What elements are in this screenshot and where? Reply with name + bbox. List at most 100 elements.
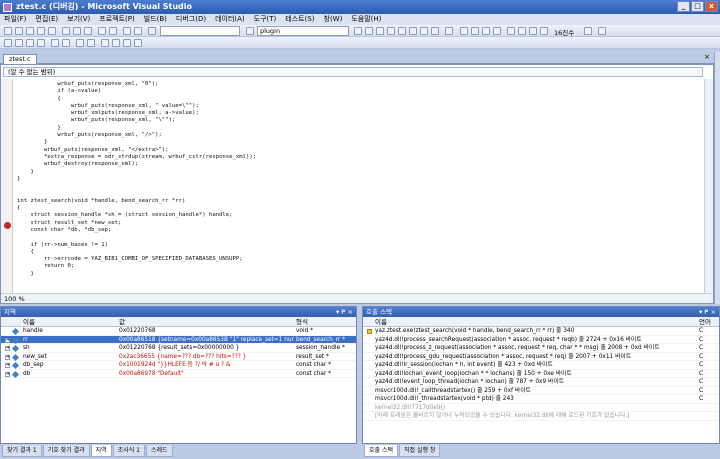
locals-value-cell[interactable]: 0x01220768 (119, 327, 294, 336)
call-stack-row[interactable]: yaz4d.dll!event_loop_thread(iochan * ioc… (363, 378, 719, 387)
call-stack-row[interactable]: yaz.ztest.exe!ztest_search(void * handle… (363, 327, 719, 336)
decrease-indent-icon[interactable] (51, 39, 59, 47)
locals-window-controls[interactable]: ▾ ₱ × (336, 307, 353, 317)
locals-col-type[interactable]: 형식 (296, 317, 308, 327)
breakpoints-window-icon[interactable] (584, 27, 592, 35)
tab-locals[interactable]: 지역 (90, 445, 112, 457)
locals-value-cell[interactable]: 0x1001924d "}}HLEFE 듬 ?/ 악 # u ? & (119, 361, 294, 370)
parameter-info-icon[interactable] (15, 39, 23, 47)
call-stack-row[interactable]: msvcr100d.dll!_threadstartex(void * ptd)… (363, 395, 719, 404)
step-into-icon[interactable] (518, 27, 526, 35)
call-stack-row[interactable]: msvcr100d.dll!_callthreadstartex() 줄 259… (363, 387, 719, 395)
menu-window[interactable]: 창(W) (324, 14, 343, 25)
output-window-icon[interactable] (598, 27, 606, 35)
break-all-icon[interactable] (471, 27, 479, 35)
start-page-icon[interactable] (409, 27, 417, 35)
navigate-forward-icon[interactable] (134, 27, 142, 35)
menu-tools[interactable]: 도구(T) (254, 14, 277, 25)
clear-bookmarks-icon[interactable] (134, 39, 142, 47)
toolbox-icon[interactable] (398, 27, 406, 35)
menu-edit[interactable]: 편집(E) (35, 14, 58, 25)
stop-debug-icon[interactable] (482, 27, 490, 35)
add-item-icon[interactable] (15, 27, 23, 35)
restart-icon[interactable] (493, 27, 501, 35)
save-icon[interactable] (37, 27, 45, 35)
tab-find-symbol-results[interactable]: 기호 찾기 결과 (42, 445, 90, 457)
call-stack-row[interactable]: kernel32.dll!7717d0e9() (363, 404, 719, 412)
call-stack-row[interactable]: yaz4d.dll!ir_session(iochan * h, int eve… (363, 361, 719, 370)
expand-icon[interactable]: + (5, 337, 10, 343)
locals-value-cell[interactable]: 0x00a86518 {setname=0x00a8653B "1" repla… (119, 336, 294, 345)
tab-immediate-window[interactable]: 직접 실행 창 (399, 445, 441, 457)
cut-icon[interactable] (62, 27, 70, 35)
expand-icon[interactable]: + (5, 363, 10, 368)
scope-dropdown[interactable]: (알 수 없는 범위) (3, 67, 703, 77)
open-file-icon[interactable] (26, 27, 34, 35)
call-stack-col-name[interactable]: 이름 (375, 317, 387, 327)
step-out-icon[interactable] (540, 27, 548, 35)
zoom-level[interactable]: 100 % (4, 295, 25, 303)
step-over-icon[interactable] (529, 27, 537, 35)
save-all-icon[interactable] (48, 27, 56, 35)
locals-row[interactable]: + new_set 0x2ac36655 {name=??? db=??? hits… (1, 353, 356, 362)
menu-help[interactable]: 도움말(H) (351, 14, 381, 25)
properties-icon[interactable] (376, 27, 384, 35)
redo-icon[interactable] (109, 27, 117, 35)
call-stack-row[interactable]: yaz4d.dll!process_gdu_request(associatio… (363, 353, 719, 361)
extension-manager-icon[interactable] (420, 27, 428, 35)
tab-call-stack[interactable]: 호출 스택 (364, 445, 398, 457)
show-next-statement-icon[interactable] (507, 27, 515, 35)
uncomment-lines-icon[interactable] (87, 39, 95, 47)
locals-row[interactable]: + rr 0x00a86518 {setname=0x00a8653B "1" re… (1, 335, 356, 345)
menu-project[interactable]: 프로젝트(P) (99, 14, 134, 25)
call-stack-row[interactable]: yaz4d.dll!process_searchRequest(associat… (363, 336, 719, 344)
locals-row[interactable]: + db 0x00a86978 "Default" const char * (1, 370, 356, 379)
toggle-bookmark-icon[interactable] (101, 39, 109, 47)
hex-display-toggle[interactable]: 16진수 (554, 27, 574, 37)
minimize-button[interactable]: _ (677, 1, 690, 12)
start-debug-icon[interactable] (148, 27, 156, 35)
call-stack-window-controls[interactable]: ▾ ₱ × (699, 307, 716, 317)
copy-icon[interactable] (73, 27, 81, 35)
find-in-files-icon[interactable] (354, 27, 362, 35)
code-area[interactable]: wrbuf_puts(response_xml, "0"); if (a->va… (17, 81, 703, 293)
locals-value-cell[interactable]: 0x01220768 {result_sets=0x00000000 } (119, 344, 294, 353)
call-stack-row[interactable]: [아래 프레임은 올바르지 않거나 누락되었을 수 있습니다. kernel32… (363, 412, 719, 421)
tab-threads[interactable]: 스레드 (146, 445, 173, 457)
navigate-back-icon[interactable] (123, 27, 131, 35)
find-combo[interactable]: plugin (257, 26, 349, 36)
locals-row[interactable]: + sh 0x01220768 {result_sets=0x00000000 } s… (1, 344, 356, 353)
options-icon[interactable] (431, 27, 439, 35)
find-icon[interactable] (246, 27, 254, 35)
close-button[interactable]: x (705, 1, 718, 12)
maximize-button[interactable]: □ (691, 1, 704, 12)
expand-icon[interactable]: + (5, 354, 10, 360)
member-list-icon[interactable] (4, 39, 12, 47)
next-bookmark-icon[interactable] (123, 39, 131, 47)
close-document-icon[interactable]: × (704, 53, 710, 61)
quick-info-icon[interactable] (26, 39, 34, 47)
menu-test[interactable]: 테스트(S) (285, 14, 314, 25)
call-stack-row[interactable]: yaz4d.dll!process_z_request(association … (363, 344, 719, 353)
locals-col-name[interactable]: 이름 (23, 317, 35, 327)
menu-view[interactable]: 보기(V) (67, 14, 90, 25)
tab-watch-1[interactable]: 조사식 1 (112, 445, 145, 457)
code-editor[interactable]: (알 수 없는 범위) wrbuf_puts(response_xml, "0"… (0, 64, 714, 304)
continue-icon[interactable] (460, 27, 468, 35)
menu-debug[interactable]: 디버그(D) (176, 14, 206, 25)
tab-ztest-c[interactable]: ztest.c (3, 54, 37, 64)
previous-bookmark-icon[interactable] (112, 39, 120, 47)
solution-explorer-icon[interactable] (365, 27, 373, 35)
breakpoint-icon[interactable] (4, 222, 11, 229)
locals-value-cell[interactable]: 0x2ac36655 {name=??? db=??? hits=??? } (119, 353, 294, 362)
complete-word-icon[interactable] (37, 39, 45, 47)
locals-value-cell[interactable]: 0x00a86978 "Default" (119, 370, 294, 379)
increase-indent-icon[interactable] (62, 39, 70, 47)
solution-config-combo[interactable] (160, 26, 240, 36)
expand-icon[interactable]: + (5, 346, 10, 351)
comment-lines-icon[interactable] (76, 39, 84, 47)
menu-build[interactable]: 빌드(B) (144, 14, 167, 25)
new-project-icon[interactable] (4, 27, 12, 35)
locals-row[interactable]: + db_sep 0x1001924d "}}HLEFE 듬 ?/ 악 # u ? … (1, 361, 356, 370)
call-stack-col-lang[interactable]: 언어 (699, 317, 711, 327)
